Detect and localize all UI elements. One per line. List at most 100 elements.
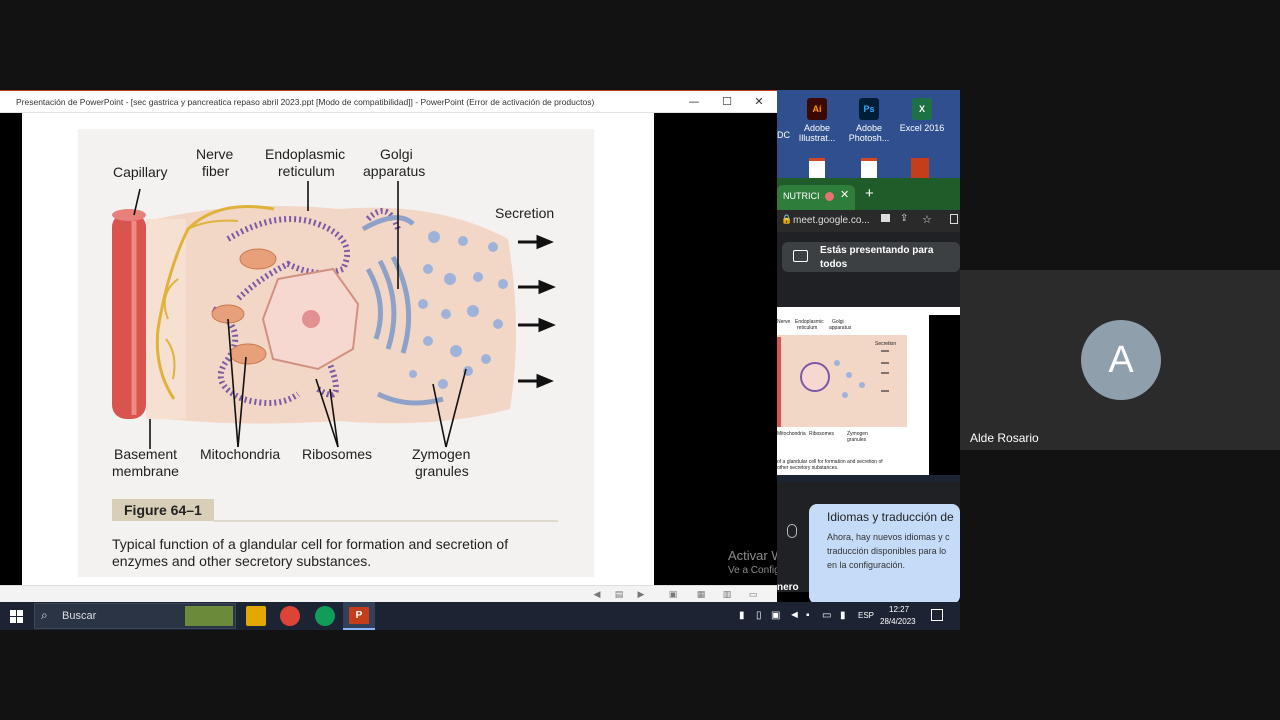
label-reticulum: reticulum (278, 163, 335, 179)
popup-line-1: Ahora, hay nuevos idiomas y c (827, 532, 950, 542)
slide[interactable]: Capillary Nerve fiber Endoplasmic reticu… (22, 113, 654, 585)
participant-avatar: A (1081, 320, 1161, 400)
camera-icon[interactable] (881, 214, 890, 222)
popup-line-2: traducción disponibles para lo (827, 546, 947, 556)
desktop-area: DC Ai Adobe Illustrat... Ps Adobe Photos… (777, 90, 960, 178)
label-fiber: fiber (202, 163, 230, 179)
volume-icon[interactable]: ◄ (789, 609, 800, 621)
powerpoint-titlebar: Presentación de PowerPoint - [sec gastri… (0, 91, 777, 113)
star-icon[interactable]: ☆ (922, 213, 932, 226)
desktop-icon-label: Adobe Photosh... (848, 123, 890, 143)
powerpoint-taskbar-button[interactable]: P (343, 602, 375, 630)
sorter-view-icon[interactable]: ▦ (694, 588, 708, 602)
share-icon[interactable]: ⇪ (900, 213, 908, 224)
presenting-line-1: Estás presentando para (820, 245, 934, 256)
search-placeholder: Buscar (62, 610, 97, 622)
lock-icon: 🔒 (781, 214, 793, 224)
shared-screen: Presentación de PowerPoint - [sec gastri… (0, 90, 960, 630)
excel-icon: X (912, 98, 932, 120)
minimize-button[interactable]: — (683, 94, 705, 110)
preview-slide: Endoplasmic reticulum Golgi apparatus Se… (777, 315, 929, 475)
desktop-icon-illustrator[interactable]: Ai Adobe Illustrat... (787, 92, 847, 143)
desktop-icon-label: Excel 2016 (899, 123, 945, 133)
url-text[interactable]: meet.google.co... (793, 215, 870, 226)
mini-nerve: Nerve (777, 319, 791, 325)
pdf-file-icon[interactable] (809, 158, 825, 178)
powerpoint-icon: P (349, 607, 369, 624)
present-screen-icon (793, 250, 808, 262)
desktop-icon-excel[interactable]: X Excel 2016 (892, 92, 952, 133)
chrome-icon[interactable] (280, 606, 300, 626)
presentation-preview: Endoplasmic reticulum Golgi apparatus Se… (777, 307, 960, 482)
recording-dot-icon (825, 192, 834, 201)
preview-taskbar (777, 475, 960, 482)
caption-line-2: enzymes and other secretory substances. (112, 553, 371, 569)
network-icon[interactable]: ▪ (806, 610, 810, 621)
maximize-button[interactable]: ☐ (716, 94, 738, 110)
battery-icon[interactable]: ▮ (840, 610, 846, 621)
window-title: Presentación de PowerPoint - [sec gastri… (16, 97, 595, 107)
label-granules: granules (415, 463, 469, 479)
mini-ribosomes: Ribosomes (809, 431, 835, 437)
translation-popup: Idiomas y traducción de Ahora, hay nuevo… (809, 504, 960, 604)
mitochondrion (239, 248, 277, 270)
chrome-addressbar[interactable]: 🔒 meet.google.co... ⇪ ☆ (777, 210, 960, 232)
presenting-banner: Estás presentando para todos (782, 242, 960, 272)
powerpoint-statusbar: ◀ ▤ ▶ ▣ ▦ ▥ ▭ (0, 585, 777, 603)
mitochondrion (229, 343, 267, 365)
reading-view-icon[interactable]: ▥ (720, 588, 734, 602)
clock-time[interactable]: 12:27 (889, 605, 909, 614)
label-secretion: Secretion (495, 205, 554, 221)
close-tab-icon[interactable]: ✕ (840, 188, 849, 201)
mini-caption-2: other secretory substances. (777, 465, 838, 471)
mini-mitochondria: Mitochondria (777, 431, 806, 437)
label-capillary: Capillary (113, 164, 167, 180)
next-slide-icon[interactable]: ▶ (634, 588, 648, 602)
slide-area: Capillary Nerve fiber Endoplasmic reticu… (0, 113, 777, 585)
display-icon[interactable]: ▭ (822, 610, 831, 621)
windows-start-icon[interactable] (10, 610, 23, 623)
participant-tile[interactable]: A Alde Rosario (960, 270, 1280, 450)
prev-slide-icon[interactable]: ◀ (590, 588, 604, 602)
capillary-shape (112, 213, 146, 419)
meet-panel: Estás presentando para todos Endoplasmic… (777, 232, 960, 604)
participant-name: Alde Rosario (970, 431, 1039, 445)
powerpoint-file-icon[interactable] (911, 158, 929, 178)
language-indicator[interactable]: ESP (858, 611, 874, 620)
chat-icon[interactable]: ▣ (771, 610, 780, 621)
mini-secretion: Secretion (875, 341, 896, 347)
taskbar-search-box[interactable]: ⌕ Buscar (34, 603, 236, 629)
microphone-icon[interactable]: ▮ (739, 610, 745, 621)
pdf-file-icon[interactable] (861, 158, 877, 178)
mini-apparatus: apparatus (829, 325, 852, 331)
label-zymogen: Zymogen (412, 446, 470, 462)
chrome-tab[interactable]: NUTRICI ✕ (777, 185, 855, 210)
chrome-profile-icon[interactable] (315, 606, 335, 626)
chrome-tabstrip: NUTRICI ✕ + (777, 178, 960, 210)
popup-title: Idiomas y traducción de (827, 510, 954, 524)
desktop-icon-label: Adobe Illustrat... (798, 123, 836, 143)
desktop-icon-photoshop[interactable]: Ps Adobe Photosh... (839, 92, 899, 143)
slide-list-icon[interactable]: ▤ (612, 588, 626, 602)
security-icon[interactable]: ▯ (756, 610, 762, 621)
label-apparatus: apparatus (363, 163, 425, 179)
label-mitochondria: Mitochondria (200, 446, 280, 462)
label-golgi: Golgi (380, 146, 413, 162)
label-membrane: membrane (112, 463, 179, 479)
sidepanel-icon[interactable] (950, 214, 958, 224)
file-explorer-icon[interactable] (246, 606, 266, 626)
search-highlight-image (185, 606, 233, 626)
illustrator-icon: Ai (807, 98, 827, 120)
mini-reticulum: reticulum (797, 325, 817, 331)
normal-view-icon[interactable]: ▣ (666, 588, 680, 602)
glandular-cell-diagram: Capillary Nerve fiber Endoplasmic reticu… (112, 146, 558, 569)
slideshow-icon[interactable]: ▭ (746, 588, 760, 602)
clock-date[interactable]: 28/4/2023 (880, 617, 916, 626)
mic-muted-icon[interactable] (787, 524, 797, 538)
presenting-line-2: todos (820, 259, 848, 270)
photoshop-icon: Ps (859, 98, 879, 120)
notifications-icon[interactable] (931, 609, 943, 621)
close-button[interactable]: ✕ (748, 94, 770, 110)
new-tab-icon[interactable]: + (865, 185, 874, 202)
preview-diagram: Endoplasmic reticulum Golgi apparatus Se… (777, 319, 907, 471)
